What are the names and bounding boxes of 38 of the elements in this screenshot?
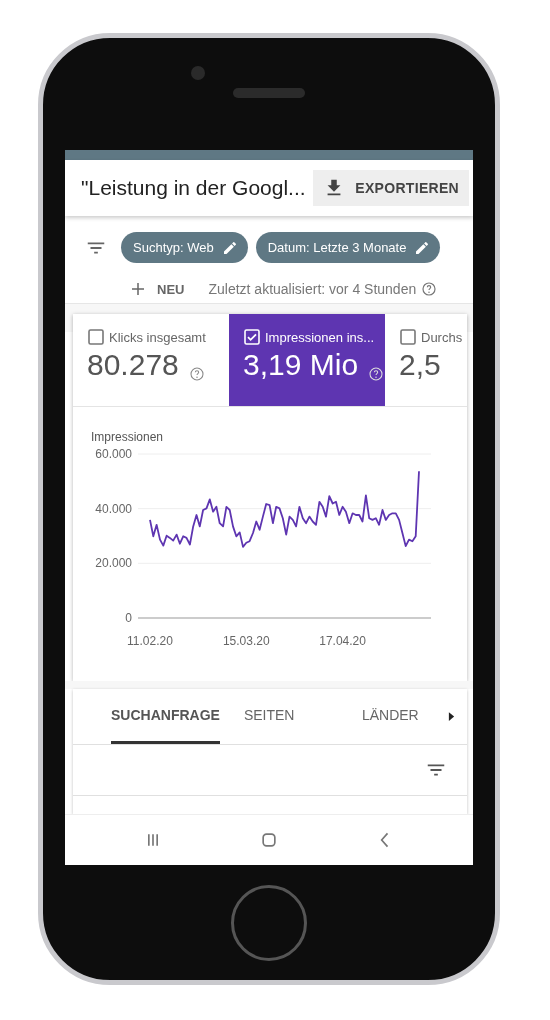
home-icon[interactable] <box>259 830 279 850</box>
help-icon[interactable] <box>421 281 438 297</box>
plus-icon <box>129 280 147 298</box>
x-tick-label: 15.03.20 <box>222 634 270 648</box>
speaker-grille <box>233 88 305 98</box>
help-icon[interactable] <box>368 366 385 382</box>
last-updated-text: Zuletzt aktualisiert: vor 4 Stunden <box>208 281 417 297</box>
metric-label: Klicks insgesamt <box>109 329 206 345</box>
axis-title: Impressionen <box>91 430 164 444</box>
checkbox[interactable] <box>399 328 417 346</box>
y-tick-label: 0 <box>125 611 132 625</box>
metric-value: 2,5 <box>399 348 441 382</box>
x-tick-label: 17.04.20 <box>319 634 366 648</box>
pencil-icon <box>414 239 431 256</box>
camera-lens <box>191 66 205 80</box>
help-icon[interactable] <box>188 366 205 382</box>
y-tick-label: 40.000 <box>95 501 132 516</box>
metric-tile[interactable]: Durchs 2,5 <box>385 314 467 406</box>
metric-tile[interactable]: Impressionen ins... 3,19 Mio <box>229 314 385 406</box>
pencil-icon <box>221 239 238 256</box>
metric-value: 80.278 <box>87 348 179 382</box>
y-tick-label: 60.000 <box>95 447 132 461</box>
tab[interactable]: SEITEN <box>243 689 314 744</box>
checkbox[interactable] <box>87 328 105 346</box>
filter-chip[interactable]: Suchtyp: Web <box>121 232 248 263</box>
metric-label: Durchs <box>421 329 463 345</box>
filter-chip[interactable]: Datum: Letzte 3 Monate <box>255 232 441 263</box>
metric-value: 3,19 Mio <box>243 348 359 382</box>
metric-label: Impressionen ins... <box>265 329 375 345</box>
metric-tile[interactable]: Klicks insgesamt 80.278 <box>73 314 229 406</box>
tab[interactable]: LÄNDER <box>361 689 432 744</box>
page-title: "Leistung in der Googl... <box>81 176 306 200</box>
scroll-right-icon[interactable] <box>448 711 455 722</box>
new-button[interactable]: NEU <box>129 280 185 298</box>
x-tick-label: 11.02.20 <box>127 634 173 648</box>
y-tick-label: 20.000 <box>95 556 132 571</box>
tab[interactable]: SUCHANFRAGE <box>111 689 220 744</box>
export-button[interactable]: EXPORTIEREN <box>313 170 469 206</box>
